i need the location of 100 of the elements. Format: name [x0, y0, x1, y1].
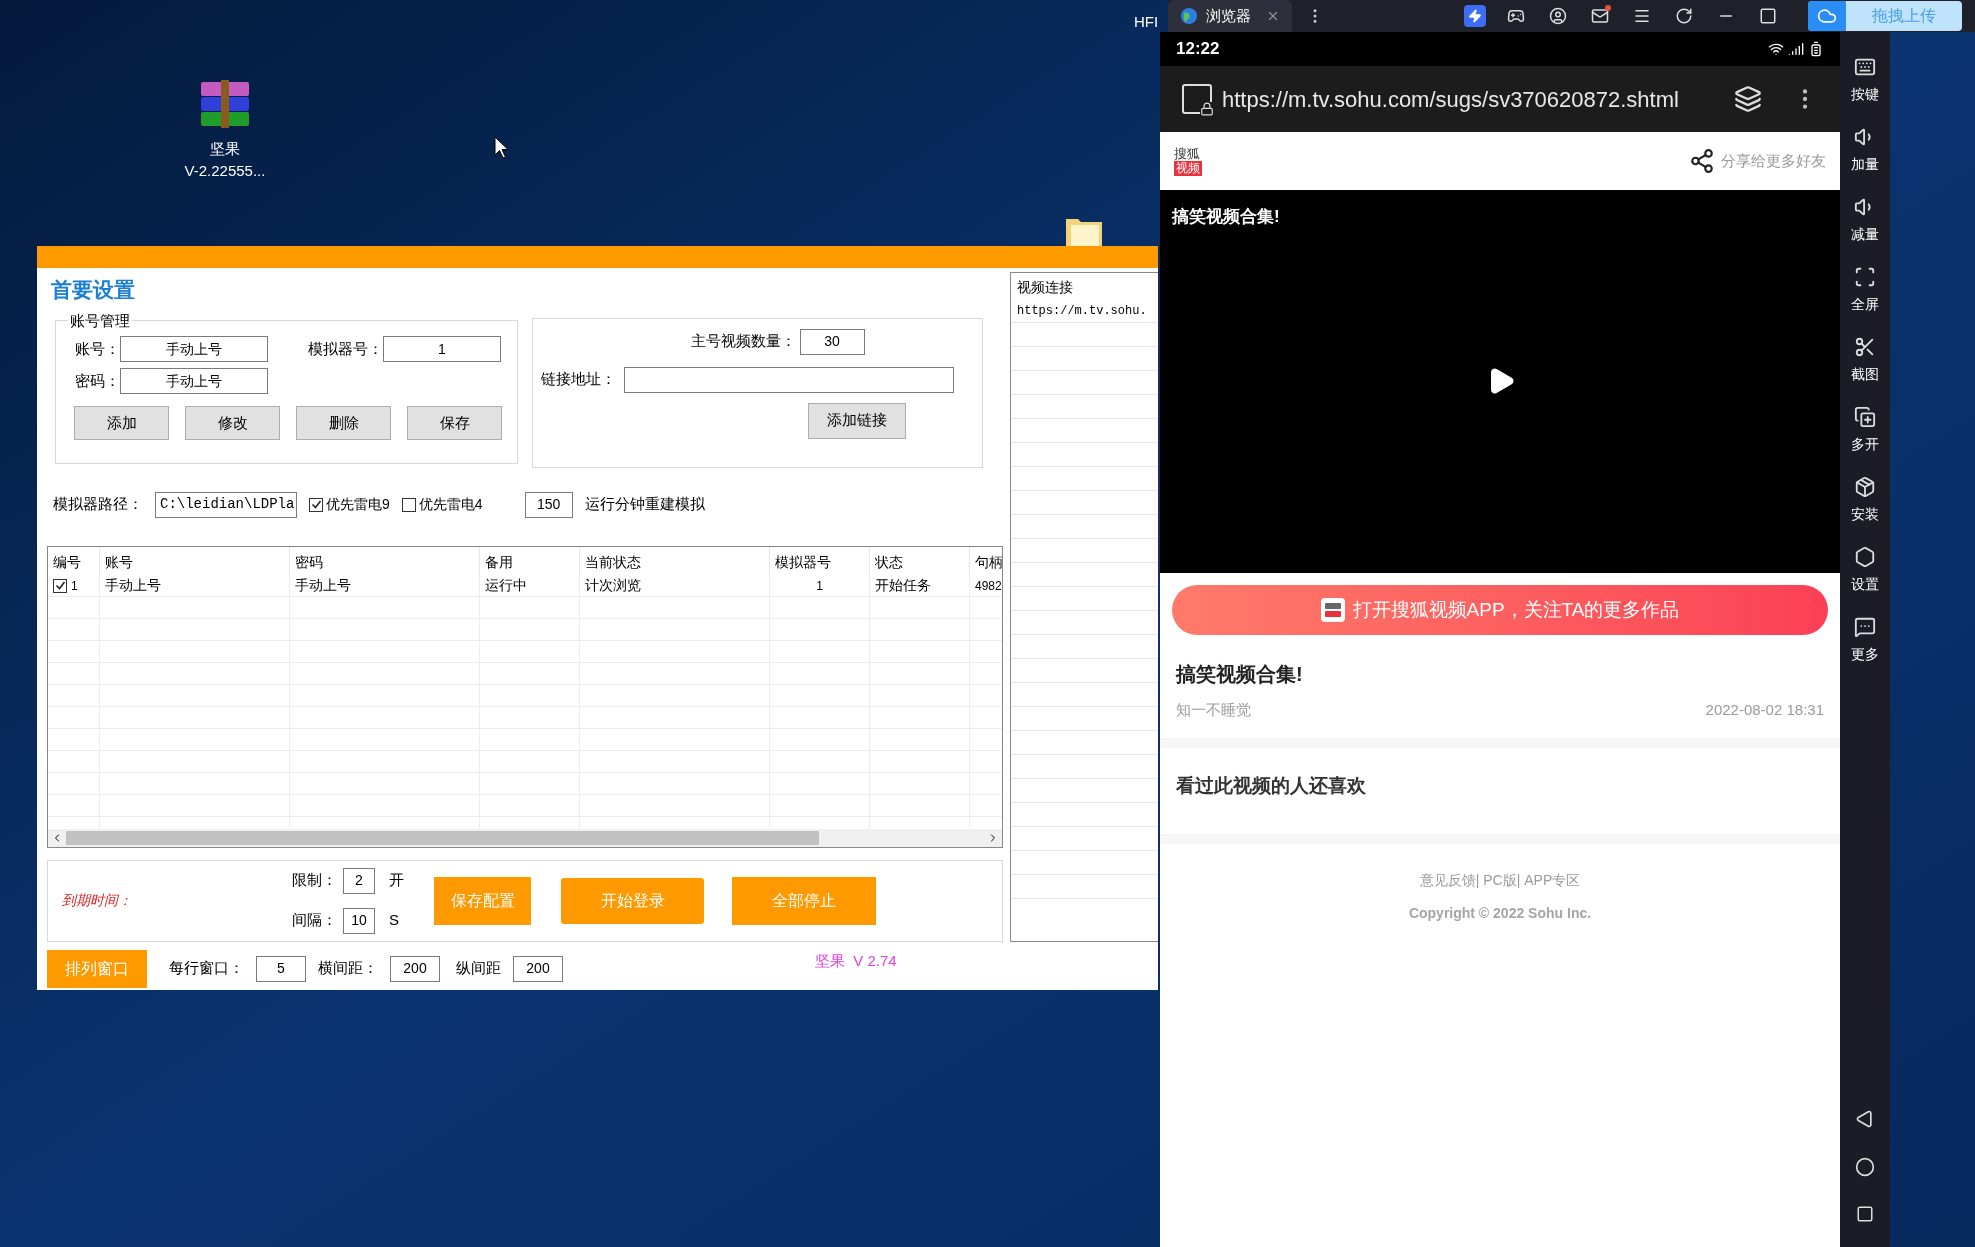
bolt-icon[interactable]: [1464, 5, 1486, 27]
cloud-icon: [1817, 6, 1837, 26]
toolbar-button[interactable]: 减量: [1843, 196, 1887, 266]
unit-label: 开: [389, 870, 404, 891]
horizontal-scrollbar[interactable]: [48, 828, 1002, 847]
scissors-icon: [1854, 336, 1876, 358]
battery-icon: [1808, 41, 1824, 57]
toolbar-button[interactable]: 设置: [1843, 546, 1887, 616]
path-field[interactable]: C:\leidian\LDPla: [155, 491, 297, 518]
text-field[interactable]: 1: [383, 336, 501, 362]
checkbox-label: 优先雷电9: [326, 495, 390, 514]
text-field[interactable]: 30: [799, 328, 865, 355]
column-header: 当前状态: [585, 552, 641, 572]
browser-tab[interactable]: 浏览器: [1168, 0, 1292, 32]
publish-date: 2022-08-02 18:31: [1705, 700, 1824, 720]
share-icon[interactable]: [1689, 148, 1715, 174]
field-label: 主号视频数量：: [690, 331, 796, 352]
field-label: 纵间距: [456, 958, 501, 979]
field-label: 模拟器路径：: [53, 494, 143, 515]
field-label: 密码：: [74, 370, 120, 391]
column-header: 账号: [105, 552, 133, 572]
toolbar-button[interactable]: 截图: [1843, 336, 1887, 406]
field-label: 运行分钟重建模拟: [584, 494, 705, 515]
globe-icon: [1180, 7, 1198, 25]
text-field[interactable]: 150: [524, 491, 573, 518]
add-window-icon: [1854, 406, 1876, 428]
lock-icon: [1182, 84, 1212, 114]
logo-text: 搜狐: [1174, 146, 1200, 161]
toolbar-button[interactable]: 加量: [1843, 126, 1887, 196]
toolbar-button[interactable]: 按键: [1843, 56, 1887, 126]
fullscreen-icon: [1854, 266, 1876, 288]
section-heading: 看过此视频的人还喜欢: [1176, 773, 1367, 798]
toolbar-button[interactable]: 全屏: [1843, 266, 1887, 336]
cursor-icon: [494, 136, 510, 160]
number-field[interactable]: 5: [256, 955, 306, 982]
text-field[interactable]: 手动上号: [120, 368, 268, 394]
recent-apps-icon[interactable]: [1856, 1205, 1874, 1223]
column-header: 备用: [485, 552, 513, 572]
button[interactable]: 保存: [407, 406, 502, 440]
tabs-icon[interactable]: [1734, 85, 1762, 113]
address-bar: https://m.tv.sohu.com/sugs/sv370620872.shtml: [1160, 66, 1840, 132]
keyboard-icon: [1854, 56, 1876, 78]
list-title: 视频连接: [1016, 278, 1074, 297]
field-label: 限制：: [292, 870, 337, 891]
back-icon[interactable]: [1855, 1109, 1875, 1129]
field-label: 模拟器号：: [307, 338, 383, 359]
logo-badge: 视频: [1174, 161, 1202, 176]
checkbox-label: 优先雷电4: [418, 495, 483, 514]
button[interactable]: 添加: [74, 406, 169, 440]
package-icon: [1854, 476, 1876, 498]
group-title: 账号管理: [69, 310, 131, 331]
checkbox[interactable]: [53, 578, 67, 593]
field-label: 账号：: [74, 338, 120, 359]
link-field[interactable]: [624, 366, 954, 393]
desktop-text: HFI: [1134, 12, 1159, 32]
table-cell-text: 手动上号: [105, 576, 161, 595]
number-field[interactable]: 2: [343, 867, 375, 894]
checkbox[interactable]: [401, 497, 416, 512]
table-cell-text: 4982: [975, 577, 1002, 595]
scrollbar-thumb[interactable]: [66, 830, 819, 845]
table-cell-text: 计次浏览: [585, 576, 641, 595]
app-logo-icon: [1320, 598, 1345, 622]
field-label: 每行窗口：: [169, 958, 244, 979]
checkbox[interactable]: [309, 497, 323, 512]
number-field[interactable]: 200: [390, 955, 440, 982]
number-field[interactable]: 10: [343, 907, 375, 934]
toolbar-button[interactable]: 更多: [1843, 616, 1887, 686]
video-heading: 搞笑视频合集!: [1176, 662, 1304, 687]
column-header: 状态: [875, 552, 903, 572]
field-label: 链接地址：: [541, 369, 616, 390]
table-cell-text: 1: [816, 577, 823, 595]
expiry-label: 到期时间：: [62, 891, 133, 910]
toolbar-button[interactable]: 安装: [1843, 476, 1887, 546]
version-label: 坚果 V 2.74: [815, 951, 897, 972]
list-item[interactable]: https://m.tv.sohu.: [1017, 301, 1147, 320]
copyright-text: Copyright © 2022 Sohu Inc.: [1408, 904, 1592, 923]
video-title: 搞笑视频合集!: [1172, 206, 1280, 228]
toolbar-button[interactable]: 多开: [1843, 406, 1887, 476]
settings-icon: [1854, 546, 1876, 568]
table-cell-text: 1: [71, 577, 78, 595]
wifi-icon: [1768, 41, 1784, 57]
field-label: 横间距：: [318, 958, 378, 979]
table-cell-text: 开始任务: [875, 576, 931, 595]
signal-icon: [1788, 41, 1804, 57]
column-header: 模拟器号: [775, 552, 831, 572]
button[interactable]: 删除: [296, 406, 391, 440]
close-icon[interactable]: [1266, 9, 1280, 23]
home-icon[interactable]: [1855, 1157, 1875, 1177]
text-field[interactable]: 手动上号: [120, 336, 268, 362]
icon-label: 坚果 V-2.22555...: [184, 139, 266, 181]
status-bar: 12:22: [1160, 32, 1840, 66]
table-cell-text: 运行中: [485, 576, 527, 595]
column-header: 编号: [53, 552, 81, 572]
number-field[interactable]: 200: [513, 955, 563, 982]
table-cell-text: 手动上号: [295, 576, 351, 595]
button[interactable]: 添加链接: [808, 402, 906, 439]
field-label: 间隔：: [292, 910, 337, 931]
column-header: 句柄: [975, 552, 1002, 572]
button[interactable]: 修改: [185, 406, 280, 440]
unit-label: S: [389, 910, 399, 931]
